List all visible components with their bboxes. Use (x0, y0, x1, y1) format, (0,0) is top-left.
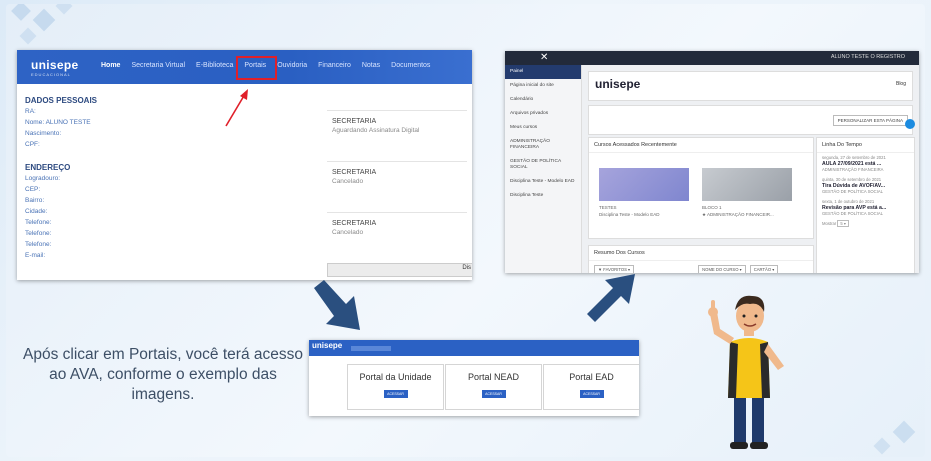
access-button[interactable]: ACESSAR (481, 390, 506, 398)
chat-bubble-icon[interactable] (905, 119, 915, 129)
access-button[interactable]: ACESSAR (383, 390, 408, 398)
instruction-caption: Após clicar em Portais, você terá acesso… (23, 346, 303, 403)
portals-screenshot: unisepe Portal da Unidade ACESSAR Portal… (309, 340, 639, 416)
nav-documentos[interactable]: Documentos (391, 62, 430, 69)
timeline-header: Linha Do Tempo (817, 138, 914, 153)
address-row: E-mail: (25, 252, 46, 259)
address-row: Telefone: (25, 230, 52, 237)
decor-diamond (32, 8, 56, 32)
bottom-button[interactable]: Dis (327, 263, 472, 277)
portal-card-unidade: Portal da Unidade ACESSAR (347, 364, 444, 410)
sidebar-item-course[interactable]: GESTÃO DE POLÍTICA SOCIAL (505, 155, 581, 175)
personal-data-panel: DADOS PESSOAIS RA: Nome: ALUNO TESTE Nas… (25, 92, 325, 261)
nav-home[interactable]: Home (101, 62, 120, 69)
personal-row: Nascimento: (25, 130, 62, 137)
timeline-panel: Linha Do Tempo segunda, 27 de setembro d… (816, 137, 915, 273)
portal-title: Portal NEAD (467, 372, 520, 382)
student-portal-screenshot: unisepe EDUCACIONAL Home Secretaria Virtu… (17, 50, 472, 280)
access-button[interactable]: ACESSAR (579, 390, 604, 398)
arrow-up-right-icon (587, 274, 635, 322)
course-thumbnail[interactable] (599, 168, 689, 201)
red-pointer-arrow-icon (225, 89, 248, 127)
top-nav: unisepe EDUCACIONAL Home Secretaria Virtu… (17, 50, 472, 84)
secretaria-card[interactable]: SECRETARIA Aguardando Assinatura Digital (327, 110, 467, 161)
blog-link[interactable]: Blog (896, 81, 906, 87)
nav-e-biblioteca[interactable]: E-Biblioteca (196, 62, 233, 69)
address-header: ENDEREÇO (25, 163, 71, 172)
logo: unisepe EDUCACIONAL (31, 58, 79, 77)
secretaria-cards: SECRETARIA Aguardando Assinatura Digital … (327, 110, 467, 263)
address-row: Cidade: (25, 208, 48, 215)
timeline-item[interactable]: sexta, 1 de outubro de 2021 Revisão para … (817, 197, 914, 219)
thumbs-up-character-illustration (708, 295, 784, 449)
timeline-item[interactable]: segunda, 27 de setembro de 2021 AULA 27/0… (817, 153, 914, 175)
address-row: CEP: (25, 186, 41, 193)
close-icon[interactable]: ✕ (540, 52, 548, 63)
nav-notas[interactable]: Notas (362, 62, 380, 69)
secretaria-card[interactable]: SECRETARIA Cancelado (327, 161, 467, 212)
ava-topbar: ✕ ALUNO TESTE O REGISTRO (505, 51, 919, 65)
sidebar-item-files[interactable]: Arquivos privados (505, 107, 581, 121)
decor-diamond (873, 437, 891, 455)
address-row: Logradouro: (25, 175, 61, 182)
view-card-filter[interactable]: CARTÃO ▾ (749, 265, 779, 273)
ava-dashboard-screenshot: ✕ ALUNO TESTE O REGISTRO Painel Página i… (505, 51, 919, 273)
portal-title: Portal da Unidade (359, 372, 432, 382)
sidebar-item-course[interactable]: Disciplina Teste (505, 189, 581, 203)
sidebar-item-course[interactable]: Disciplina Teste - Modelo EAD (505, 175, 581, 189)
decor-diamond (55, 4, 73, 15)
nav-financeiro[interactable]: Financeiro (318, 62, 351, 69)
portal-card-nead: Portal NEAD ACESSAR (445, 364, 542, 410)
address-row: Bairro: (25, 197, 45, 204)
sidebar-item-painel[interactable]: Painel (505, 65, 581, 79)
portal-title: Portal EAD (569, 372, 614, 382)
course-thumbnail[interactable] (702, 168, 792, 201)
ava-banner: unisepe Blog (588, 71, 913, 101)
recent-courses-header: Cursos Acessados Recentemente (589, 138, 813, 153)
portais-highlight-box (236, 56, 277, 80)
sidebar-item-home[interactable]: Página inicial do site (505, 79, 581, 93)
sidebar-item-my-courses[interactable]: Meus cursos (505, 121, 581, 135)
course-summary-panel: Resumo Dos Cursos ▼ FAVORITOS ▾ NOME DO … (588, 245, 814, 273)
nav-bar (351, 346, 391, 351)
mostrar-control[interactable]: Mostrar 5 ▾ (817, 219, 914, 229)
address-row: Telefone: (25, 219, 52, 226)
ava-main: unisepe Blog PERSONALIZAR ESTA PÁGINA Cu… (588, 71, 915, 273)
nav-ouvidoria[interactable]: Ouvidoria (277, 62, 307, 69)
sidebar-item-calendar[interactable]: Calendário (505, 93, 581, 107)
personal-row: Nome: ALUNO TESTE (25, 119, 91, 126)
personal-row: RA: (25, 108, 36, 115)
personal-header: DADOS PESSOAIS (25, 96, 98, 105)
customize-page-button[interactable]: PERSONALIZAR ESTA PÁGINA (832, 115, 908, 126)
customize-bar: PERSONALIZAR ESTA PÁGINA (588, 105, 913, 135)
course-summary-header: Resumo Dos Cursos (589, 246, 813, 261)
nav-secretaria-virtual[interactable]: Secretaria Virtual (131, 62, 185, 69)
decor-diamond (11, 4, 31, 21)
personal-row: CPF: (25, 141, 40, 148)
decor-diamond (892, 420, 916, 444)
portal-card-ead: Portal EAD ACESSAR (543, 364, 639, 410)
portals-nav: unisepe (309, 340, 639, 356)
course-caption[interactable]: BLOCO 1 ★ ADMINISTRAÇÃO FINANCEIR... (702, 204, 774, 218)
arrow-down-right-icon (314, 280, 360, 330)
sidebar-item-course[interactable]: ADMINISTRAÇÃO FINANCEIRA (505, 135, 581, 155)
user-menu[interactable]: ALUNO TESTE O REGISTRO (831, 54, 905, 60)
ava-sidebar: Painel Página inicial do site Calendário… (505, 65, 582, 273)
decor-diamond (19, 27, 37, 45)
portals-logo: unisepe (312, 341, 343, 350)
secretaria-card[interactable]: SECRETARIA Cancelado (327, 212, 467, 263)
sort-name-filter[interactable]: NOME DO CURSO ▾ (698, 265, 746, 273)
recent-courses-panel: Cursos Acessados Recentemente TESTES Disc… (588, 137, 814, 239)
timeline-item[interactable]: quinta, 30 de setembro de 2021 Tira Dúvid… (817, 175, 914, 197)
course-caption[interactable]: TESTES Disciplina Teste - Modelo EAD (599, 204, 659, 218)
ava-logo: unisepe (595, 77, 641, 91)
address-row: Telefone: (25, 241, 52, 248)
